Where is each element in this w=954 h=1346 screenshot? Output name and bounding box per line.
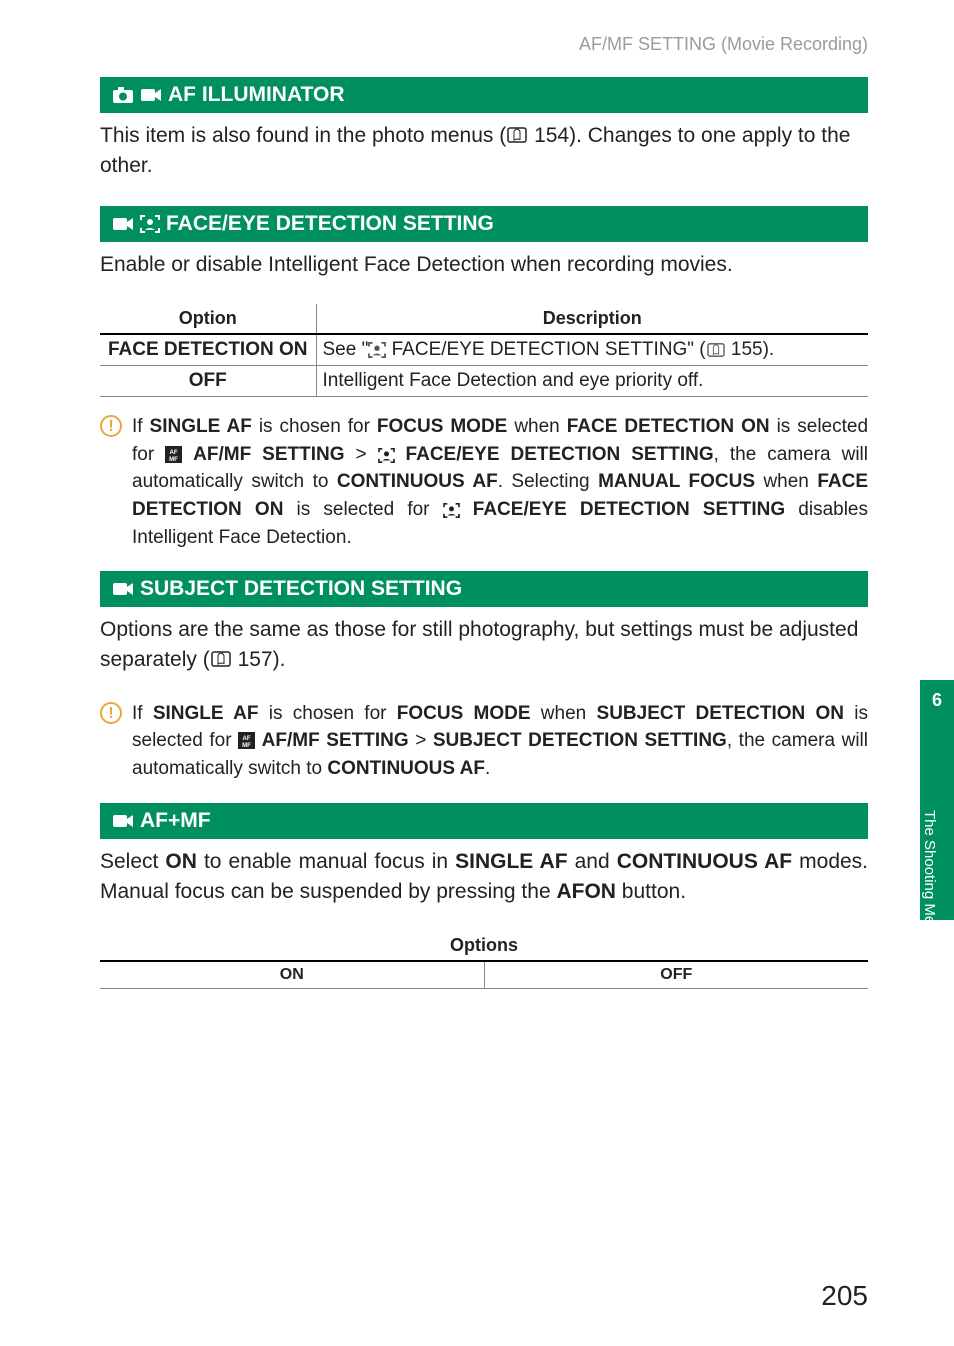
face-eye-options-table: Option Description FACE DETECTION ON See… [100, 304, 868, 397]
chapter-number: 6 [920, 690, 954, 711]
caution-note-face-eye: ! If SINGLE AF is chosen for FOCUS MODE … [100, 413, 868, 551]
options-header: Options [100, 931, 868, 961]
page-ref-icon [506, 126, 528, 144]
page-ref-icon [210, 650, 232, 668]
chapter-tab: 6 The Shooting Menus [920, 680, 954, 920]
note-text: If SINGLE AF is chosen for FOCUS MODE wh… [132, 700, 868, 783]
caution-icon: ! [100, 702, 122, 724]
note-text: If SINGLE AF is chosen for FOCUS MODE wh… [132, 413, 868, 551]
afmf-options-table: Options ON OFF [100, 931, 868, 989]
col-description: Description [316, 304, 868, 334]
svg-text:MF: MF [242, 743, 251, 749]
section-header-subject: SUBJECT DETECTION SETTING [100, 571, 868, 607]
option-label: OFF [100, 366, 316, 397]
subject-body: Options are the same as those for still … [100, 615, 868, 676]
afmf-menu-icon: AFMF [165, 446, 182, 463]
movie-icon [112, 812, 134, 830]
section-title: FACE/EYE DETECTION SETTING [166, 212, 494, 236]
movie-icon [140, 86, 162, 104]
page-ref-icon [706, 342, 726, 358]
breadcrumb: AF/MF SETTING (Movie Recording) [100, 34, 868, 55]
option-on: ON [100, 961, 484, 989]
section-header-afmf: AF+MF [100, 803, 868, 839]
camera-icon [112, 86, 134, 104]
svg-text:MF: MF [169, 457, 178, 463]
face-detect-icon [140, 215, 160, 233]
section-header-face-eye: FACE/EYE DETECTION SETTING [100, 206, 868, 242]
option-off: OFF [484, 961, 868, 989]
movie-icon [112, 215, 134, 233]
section-header-af-illuminator: AF ILLUMINATOR [100, 77, 868, 113]
option-desc: See " FACE/EYE DETECTION SETTING" ( 155)… [316, 334, 868, 366]
table-row: OFF Intelligent Face Detection and eye p… [100, 366, 868, 397]
caution-icon: ! [100, 415, 122, 437]
af-illuminator-body: This item is also found in the photo men… [100, 121, 868, 182]
table-row: FACE DETECTION ON See " FACE/EYE DETECTI… [100, 334, 868, 366]
col-option: Option [100, 304, 316, 334]
chapter-label: The Shooting Menus [921, 810, 938, 948]
section-title: AF ILLUMINATOR [168, 83, 345, 107]
svg-text:AF: AF [243, 736, 251, 742]
face-detect-icon [368, 342, 386, 358]
face-detect-icon [378, 448, 395, 463]
section-title: AF+MF [140, 809, 211, 833]
section-title: SUBJECT DETECTION SETTING [140, 577, 462, 601]
movie-icon [112, 580, 134, 598]
caution-note-subject: ! If SINGLE AF is chosen for FOCUS MODE … [100, 700, 868, 783]
face-detect-icon [443, 503, 460, 518]
afmf-menu-icon: AFMF [238, 732, 255, 749]
svg-text:AF: AF [170, 450, 178, 456]
option-desc: Intelligent Face Detection and eye prior… [316, 366, 868, 397]
face-eye-intro: Enable or disable Intelligent Face Detec… [100, 250, 868, 280]
page-number: 205 [821, 1280, 868, 1312]
afmf-body: Select ON to enable manual focus in SING… [100, 847, 868, 908]
option-label: FACE DETECTION ON [100, 334, 316, 366]
